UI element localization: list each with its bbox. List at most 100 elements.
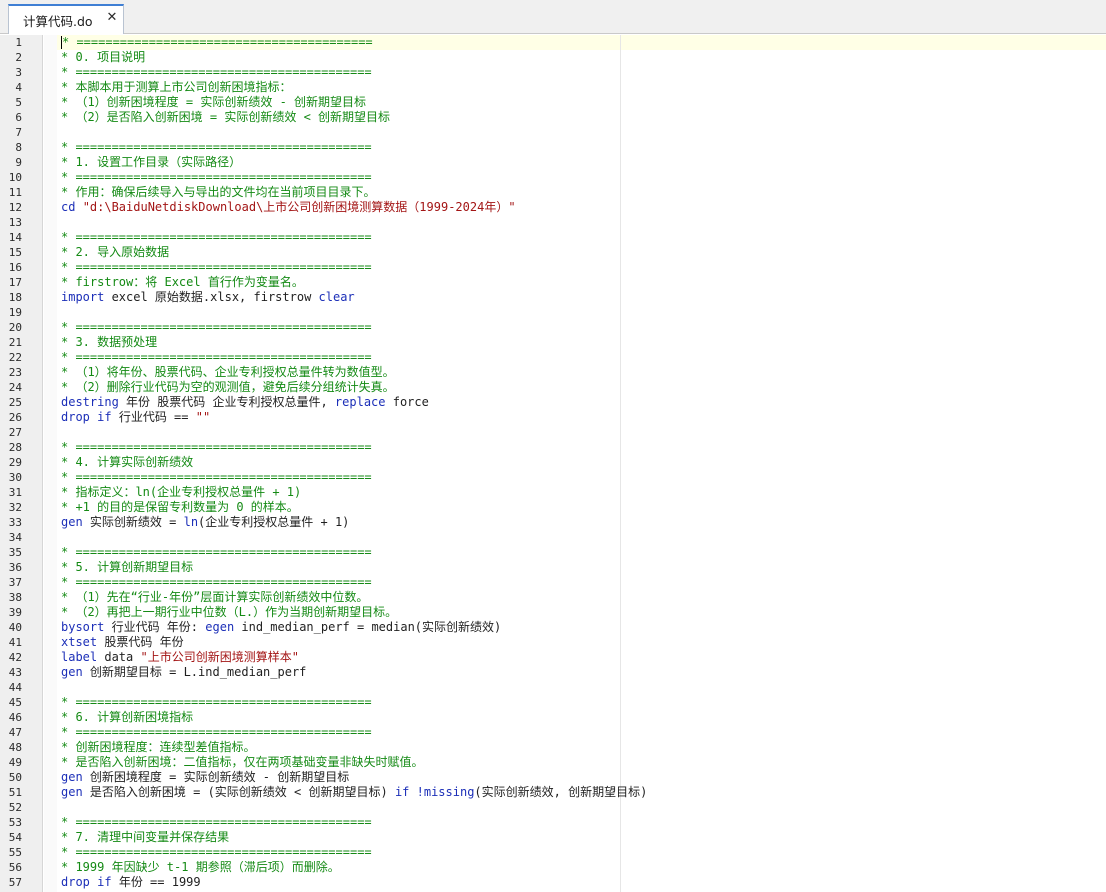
code-line[interactable]: 27 [0, 425, 1106, 440]
code-line[interactable]: 9 * 1. 设置工作目录（实际路径） [0, 155, 1106, 170]
code-line[interactable]: 25 destring 年份 股票代码 企业专利授权总量件, replace fo… [0, 395, 1106, 410]
comment-token: * （1）将年份、股票代码、企业专利授权总量件转为数值型。 [61, 365, 395, 379]
code-line[interactable]: 1 * =====================================… [0, 35, 1106, 50]
code-line[interactable]: 10 * ====================================… [0, 170, 1106, 185]
line-number: 30 [8, 471, 22, 484]
code-line[interactable]: 53 * ====================================… [0, 815, 1106, 830]
code-line[interactable]: 44 [0, 680, 1106, 695]
line-number: 16 [8, 261, 22, 274]
code-line[interactable]: 40 bysort 行业代码 年份: egen ind_median_perf =… [0, 620, 1106, 635]
code-line[interactable]: 13 [0, 215, 1106, 230]
code-text: * ======================================… [61, 725, 372, 740]
line-number: 24 [8, 381, 22, 394]
code-line[interactable]: 7 [0, 125, 1106, 140]
code-line[interactable]: 23 * （1）将年份、股票代码、企业专利授权总量件转为数值型。 [0, 365, 1106, 380]
code-text: * （1）先在“行业-年份”层面计算实际创新绩效中位数。 [61, 590, 368, 605]
line-number: 40 [8, 621, 22, 634]
code-line[interactable]: 12 cd "d:\BaiduNetdiskDownload\上市公司创新困境测算… [0, 200, 1106, 215]
code-line[interactable]: 6 * （2）是否陷入创新困境 = 实际创新绩效 < 创新期望目标 [0, 110, 1106, 125]
code-line[interactable]: 48 * 创新困境程度：连续型差值指标。 [0, 740, 1106, 755]
code-line[interactable]: 29 * 4. 计算实际创新绩效 [0, 455, 1106, 470]
code-line[interactable]: 54 * 7. 清理中间变量并保存结果 [0, 830, 1106, 845]
code-line[interactable]: 22 * ====================================… [0, 350, 1106, 365]
comment-token: * 4. 计算实际创新绩效 [61, 455, 194, 469]
comment-token: * 5. 计算创新期望目标 [61, 560, 194, 574]
comment-token: * 指标定义：ln(企业专利授权总量件 + 1) [61, 485, 302, 499]
code-line[interactable]: 19 [0, 305, 1106, 320]
code-line[interactable]: 30 * ====================================… [0, 470, 1106, 485]
code-lines: 1 * =====================================… [0, 35, 1106, 890]
line-number: 18 [8, 291, 22, 304]
code-line[interactable]: 3 * =====================================… [0, 65, 1106, 80]
comment-token: * ======================================… [61, 575, 372, 589]
code-line[interactable]: 37 * ====================================… [0, 575, 1106, 590]
code-text: * ======================================… [61, 140, 372, 155]
line-number: 43 [8, 666, 22, 679]
comment-token: * ======================================… [61, 320, 372, 334]
line-number: 27 [8, 426, 22, 439]
code-line[interactable]: 11 * 作用：确保后续导入与导出的文件均在当前项目目录下。 [0, 185, 1106, 200]
code-line[interactable]: 36 * 5. 计算创新期望目标 [0, 560, 1106, 575]
code-line[interactable]: 31 * 指标定义：ln(企业专利授权总量件 + 1) [0, 485, 1106, 500]
code-line[interactable]: 51 gen 是否陷入创新困境 = (实际创新绩效 < 创新期望目标) if !m… [0, 785, 1106, 800]
code-line[interactable]: 28 * ====================================… [0, 440, 1106, 455]
code-line[interactable]: 24 * （2）删除行业代码为空的观测值，避免后续分组统计失真。 [0, 380, 1106, 395]
code-line[interactable]: 32 * +1 的目的是保留专利数量为 0 的样本。 [0, 500, 1106, 515]
code-line[interactable]: 17 * firstrow：将 Excel 首行作为变量名。 [0, 275, 1106, 290]
code-line[interactable]: 5 * （1）创新困境程度 = 实际创新绩效 - 创新期望目标 [0, 95, 1106, 110]
code-line[interactable]: 21 * 3. 数据预处理 [0, 335, 1106, 350]
code-line[interactable]: 8 * =====================================… [0, 140, 1106, 155]
close-icon[interactable]: ✕ [104, 9, 120, 27]
line-number: 54 [8, 831, 22, 844]
code-text: * ======================================… [61, 845, 372, 860]
text-token: 股票代码 年份 [97, 635, 184, 649]
keyword-token: if [97, 875, 112, 889]
code-line[interactable]: 56 * 1999 年因缺少 t-1 期参照（滞后项）而删除。 [0, 860, 1106, 875]
code-line[interactable]: 52 [0, 800, 1106, 815]
code-line[interactable]: 47 * ====================================… [0, 725, 1106, 740]
comment-token: * 6. 计算创新困境指标 [61, 710, 194, 724]
line-number: 42 [8, 651, 22, 664]
code-line[interactable]: 18 import excel 原始数据.xlsx, firstrow clear [0, 290, 1106, 305]
code-line[interactable]: 50 gen 创新困境程度 = 实际创新绩效 - 创新期望目标 [0, 770, 1106, 785]
tab-do-file[interactable]: 计算代码.do ✕ [8, 4, 124, 34]
code-text: * ======================================… [61, 230, 372, 245]
code-line[interactable]: 41 xtset 股票代码 年份 [0, 635, 1106, 650]
code-line[interactable]: 42 label data "上市公司创新困境测算样本" [0, 650, 1106, 665]
code-line[interactable]: 57 drop if 年份 == 1999 [0, 875, 1106, 890]
line-number: 22 [8, 351, 22, 364]
line-number: 17 [8, 276, 22, 289]
code-line[interactable]: 2 * 0. 项目说明 [0, 50, 1106, 65]
code-editor[interactable]: 1 * =====================================… [0, 35, 1106, 892]
code-line[interactable]: 14 * ====================================… [0, 230, 1106, 245]
line-number: 9 [15, 156, 22, 169]
code-line[interactable]: 55 * ====================================… [0, 845, 1106, 860]
code-text: * ======================================… [61, 350, 372, 365]
code-line[interactable]: 16 * ====================================… [0, 260, 1106, 275]
line-number: 7 [15, 126, 22, 139]
keyword-token: label [61, 650, 98, 664]
text-token: excel 原始数据.xlsx, firstrow [104, 290, 319, 304]
text-token: 行业代码 年份: [104, 620, 206, 634]
code-line[interactable]: 34 [0, 530, 1106, 545]
code-line[interactable]: 20 * ====================================… [0, 320, 1106, 335]
text-token: 年份 == 1999 [111, 875, 201, 889]
code-line[interactable]: 33 gen 实际创新绩效 = ln(企业专利授权总量件 + 1) [0, 515, 1106, 530]
code-line[interactable]: 49 * 是否陷入创新困境：二值指标，仅在两项基础变量非缺失时赋值。 [0, 755, 1106, 770]
code-line[interactable]: 39 * （2）再把上一期行业中位数（L.）作为当期创新期望目标。 [0, 605, 1106, 620]
line-number: 13 [8, 216, 22, 229]
keyword-token: xtset [61, 635, 98, 649]
code-line[interactable]: 46 * 6. 计算创新困境指标 [0, 710, 1106, 725]
keyword-token: gen [61, 785, 83, 799]
code-text: * 6. 计算创新困境指标 [61, 710, 193, 725]
code-line[interactable]: 26 drop if 行业代码 == "" [0, 410, 1106, 425]
code-text: * 指标定义：ln(企业专利授权总量件 + 1) [61, 485, 301, 500]
line-number: 46 [8, 711, 22, 724]
code-line[interactable]: 45 * ====================================… [0, 695, 1106, 710]
code-line[interactable]: 35 * ====================================… [0, 545, 1106, 560]
code-line[interactable]: 43 gen 创新期望目标 = L.ind_median_perf [0, 665, 1106, 680]
code-line[interactable]: 38 * （1）先在“行业-年份”层面计算实际创新绩效中位数。 [0, 590, 1106, 605]
line-number: 2 [15, 51, 22, 64]
code-line[interactable]: 4 * 本脚本用于测算上市公司创新困境指标： [0, 80, 1106, 95]
code-line[interactable]: 15 * 2. 导入原始数据 [0, 245, 1106, 260]
